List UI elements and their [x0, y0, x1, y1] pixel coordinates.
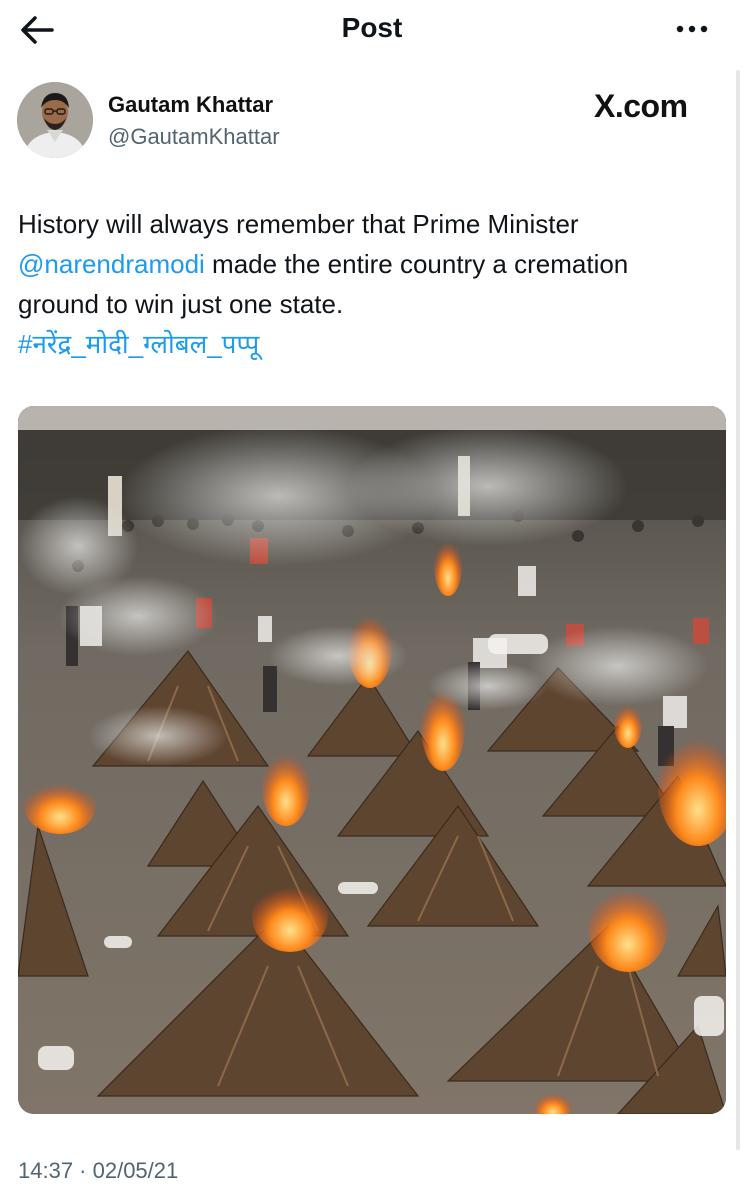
- more-horizontal-icon: [676, 25, 708, 33]
- post-timestamp[interactable]: 14:37 · 02/05/21: [18, 1158, 178, 1184]
- author-handle[interactable]: @GautamKhattar: [108, 124, 280, 150]
- post-photo[interactable]: [18, 406, 726, 1114]
- post-line-3: ground to win just one state.: [18, 289, 344, 319]
- author-name[interactable]: Gautam Khattar: [108, 92, 273, 118]
- avatar-portrait-image: [17, 82, 93, 158]
- scrollbar[interactable]: [736, 70, 740, 1150]
- avatar[interactable]: [17, 82, 93, 158]
- brand-logo: X.com: [594, 88, 688, 124]
- more-button[interactable]: [672, 14, 712, 44]
- top-bar: Post: [0, 0, 744, 60]
- cremation-ground-photo: [18, 406, 726, 1114]
- post-text: History will always remember that Prime …: [18, 204, 730, 364]
- hashtag-link[interactable]: #नरेंद्र_मोदी_ग्लोबल_पप्पू: [18, 324, 730, 364]
- post-line-2-text: made the entire country a cremation: [204, 249, 629, 279]
- mention-link[interactable]: @narendramodi: [18, 249, 205, 279]
- page-title: Post: [341, 12, 403, 43]
- post-line-1: History will always remember that Prime …: [18, 209, 579, 239]
- post-line-2: @narendramodi made the entire country a …: [18, 244, 730, 284]
